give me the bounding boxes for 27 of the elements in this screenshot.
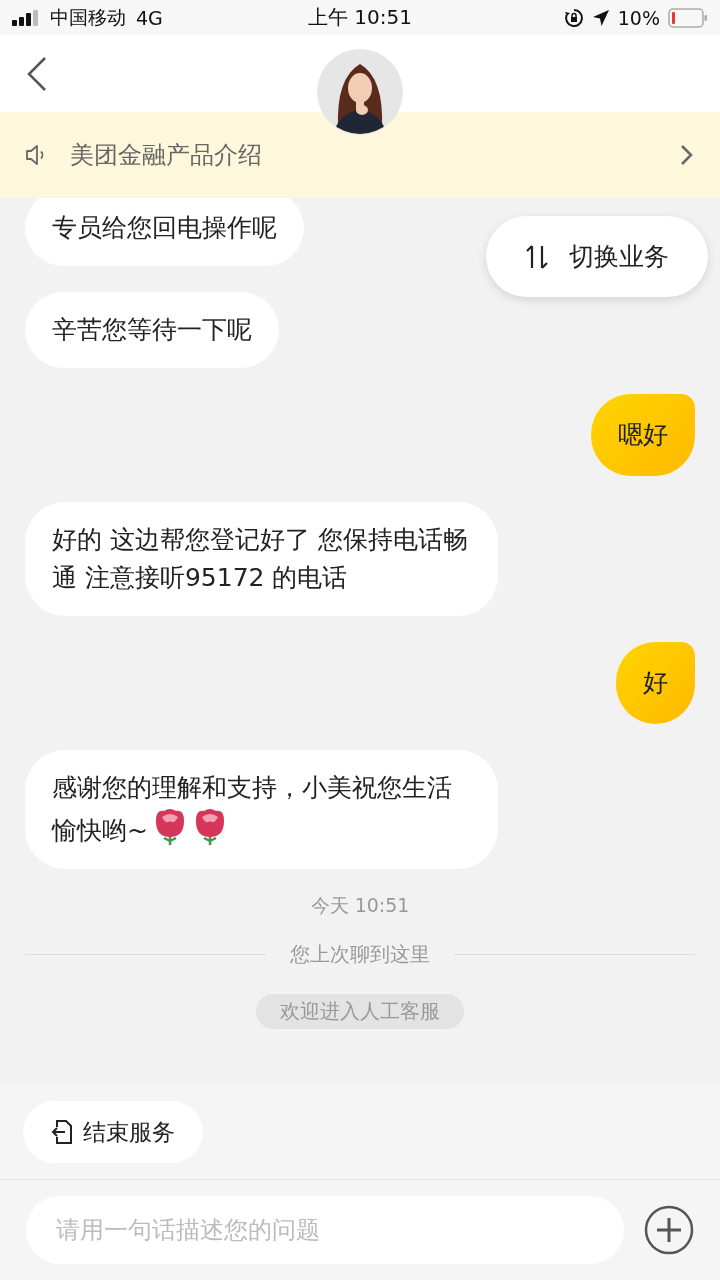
message-input-field[interactable]: 请用一句话描述您的问题: [26, 1196, 624, 1264]
status-time: 上午 10:51: [308, 4, 412, 31]
exit-icon: [51, 1119, 73, 1145]
network-type: 4G: [136, 6, 163, 29]
switch-service-button[interactable]: 切换业务: [486, 216, 708, 297]
user-message-bubble: 嗯好: [591, 394, 695, 476]
agent-message-bubble: 辛苦您等待一下呢: [25, 292, 279, 368]
add-icon[interactable]: [644, 1205, 694, 1255]
timestamp: 今天 10:51: [310, 894, 410, 916]
rotation-lock-icon: [563, 7, 584, 28]
signal-icon: [12, 9, 40, 26]
chevron-right-icon: [680, 144, 694, 166]
carrier-name: 中国移动: [50, 4, 126, 30]
agent-message-bubble: 好的 这边帮您登记好了 您保持电话畅通 注意接听95172 的电话: [25, 502, 498, 616]
location-arrow-icon: [591, 8, 610, 27]
battery-percent: 10%: [617, 6, 660, 29]
swap-arrows-icon: [525, 242, 549, 271]
end-service-button[interactable]: 结束服务: [23, 1101, 203, 1163]
system-notice-pill: 欢迎进入人工客服: [256, 994, 464, 1029]
agent-message-bubble: 专员给您回电操作呢: [25, 198, 304, 266]
battery-icon: [668, 7, 708, 28]
notice-text: 美团金融产品介绍: [70, 140, 263, 171]
notice-bar[interactable]: 美团金融产品介绍: [0, 112, 720, 198]
user-message-bubble: 好: [616, 642, 695, 724]
agent-message-bubble: 感谢您的理解和支持，小美祝您生活愉快哟~: [25, 750, 498, 869]
history-divider-label: 您上次聊到这里: [290, 941, 430, 968]
back-icon[interactable]: [26, 55, 48, 92]
